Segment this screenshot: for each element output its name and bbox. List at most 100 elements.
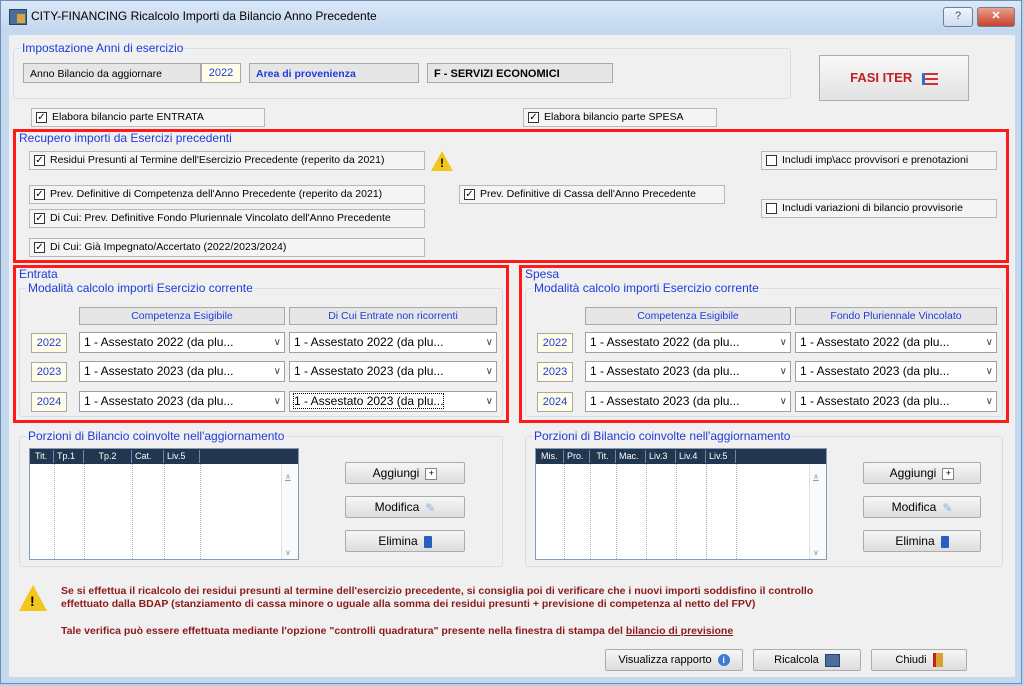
entrata-col-competenza: Competenza Esigibile [79,307,285,325]
chevron-down-icon: ∨ [485,366,493,377]
anno-field[interactable]: 2022 [201,63,241,83]
app-icon [9,9,27,25]
area-label: Area di provenienza [249,63,419,83]
entrata-nonric-2023-select[interactable]: 1 - Assestato 2023 (da plu... ∨ [289,361,497,382]
grid-scrollbar[interactable]: ∧ ∨ [281,464,298,559]
fondo-checkbox[interactable]: ✓ Di Cui: Prev. Definitive Fondo Plurien… [29,209,425,228]
warning-message-line3: Tale verifica può essere effettuata medi… [61,625,1011,638]
prev-comp-label: Prev. Definitive di Competenza dell'Anno… [50,188,383,200]
select-value: 1 - Assestato 2023 (da plu... [84,364,234,378]
title-bar: CITY-FINANCING Ricalcolo Importi da Bila… [1,1,1021,31]
visualizza-rapporto-button[interactable]: Visualizza rapporto i [605,649,743,671]
spesa-competenza-2022-select[interactable]: 1 - Assestato 2022 (da plu... ∨ [585,332,791,353]
spesa-competenza-2024-select[interactable]: 1 - Assestato 2023 (da plu... ∨ [585,391,791,412]
warning-message-line1: Se si effettua il ricalcolo dei residui … [61,585,814,597]
spesa-fpv-2022-select[interactable]: 1 - Assestato 2022 (da plu... ∨ [795,332,997,353]
chevron-down-icon: ∨ [985,396,993,407]
elimina-entrata-button[interactable]: Elimina [345,530,465,552]
porzioni-spesa-grid[interactable]: Mis. Pro. Tit. Mac. Liv.3 Liv.4 Liv.5 ∧ … [535,448,827,560]
grid-divider [676,464,677,559]
select-value: 1 - Assestato 2023 (da plu... [294,364,444,378]
spesa-fpv-2024-select[interactable]: 1 - Assestato 2023 (da plu... ∨ [795,391,997,412]
check-icon: ✓ [34,213,45,224]
includi-var-checkbox[interactable]: Includi variazioni di bilancio provvisor… [761,199,997,218]
grid-divider [646,464,647,559]
fasi-iter-label: FASI ITER [850,70,913,85]
elabora-entrata-checkbox[interactable]: ✓ Elabora bilancio parte ENTRATA [31,108,265,127]
includi-imp-checkbox[interactable]: Includi imp\acc provvisori e prenotazion… [761,151,997,170]
warning-message-text: Tale verifica può essere effettuata medi… [61,625,626,637]
grid-divider [616,464,617,559]
edit-icon: ✎ [425,500,436,515]
grid-col-header: Pro. [564,450,590,463]
grid-col-header: Tp.1 [54,450,84,463]
includi-imp-label: Includi imp\acc provvisori e prenotazion… [782,154,969,166]
calculator-icon [824,653,840,667]
grid-divider [164,464,165,559]
help-button[interactable]: ? [943,7,973,27]
grid-col-header: Liv.5 [164,450,200,463]
fondo-label: Di Cui: Prev. Definitive Fondo Plurienna… [50,212,391,224]
close-button[interactable]: ✕ [977,7,1015,27]
chevron-down-icon: ∨ [485,337,493,348]
ricalcola-label: Ricalcola [774,654,819,666]
entrata-competenza-2024-select[interactable]: 1 - Assestato 2023 (da plu... ∨ [79,391,285,412]
spesa-year-2023: 2023 [537,362,573,382]
elabora-spesa-checkbox[interactable]: ✓ Elabora bilancio parte SPESA [523,108,717,127]
porzioni-entrata-grid[interactable]: Tit. Tp.1 Tp.2 Cat. Liv.5 ∧ ∨ [29,448,299,560]
scroll-up-icon: ∧ [285,472,291,481]
prev-cassa-checkbox[interactable]: ✓ Prev. Definitive di Cassa dell'Anno Pr… [459,185,725,204]
fasi-iter-button[interactable]: FASI ITER [819,55,969,101]
grid-col-header: Tit. [590,450,616,463]
dialog-window: CITY-FINANCING Ricalcolo Importi da Bila… [0,0,1022,684]
modifica-spesa-button[interactable]: Modifica ✎ [863,496,981,518]
grid-col-header: Liv.3 [646,450,676,463]
spesa-sublegend: Modalità calcolo importi Esercizio corre… [534,281,759,295]
check-icon: ✓ [34,189,45,200]
anni-legend: Impostazione Anni di esercizio [22,41,184,55]
select-value: 1 - Assestato 2022 (da plu... [294,335,444,349]
chevron-down-icon: ∨ [985,337,993,348]
elimina-label: Elimina [895,534,935,548]
ricalcola-button[interactable]: Ricalcola [753,649,861,671]
includi-var-label: Includi variazioni di bilancio provvisor… [782,202,963,214]
check-icon: ✓ [34,155,45,166]
plus-icon: + [425,467,438,480]
select-value: 1 - Assestato 2023 (da plu... [590,364,740,378]
grid-divider [564,464,565,559]
modifica-entrata-button[interactable]: Modifica ✎ [345,496,465,518]
chiudi-button[interactable]: Chiudi [871,649,967,671]
elimina-spesa-button[interactable]: Elimina [863,530,981,552]
check-icon: ✓ [36,112,47,123]
porzioni-spesa-legend: Porzioni di Bilancio coinvolte nell'aggi… [534,429,791,443]
spesa-legend: Spesa [525,267,560,281]
trash-icon [940,535,949,548]
elimina-label: Elimina [378,534,418,548]
visualizza-label: Visualizza rapporto [618,654,712,666]
warning-message-line2: effettuato dalla BDAP (stanziamento di c… [61,598,756,610]
select-value: 1 - Assestato 2023 (da plu... [84,394,234,408]
aggiungi-spesa-button[interactable]: Aggiungi + [863,462,981,484]
residui-checkbox[interactable]: ✓ Residui Presunti al Termine dell'Eserc… [29,151,425,170]
window-title: CITY-FINANCING Ricalcolo Importi da Bila… [31,9,377,23]
prev-comp-checkbox[interactable]: ✓ Prev. Definitive di Competenza dell'An… [29,185,425,204]
grid-col-header: Mac. [616,450,646,463]
grid-scrollbar[interactable]: ∧ ∨ [809,464,826,559]
impegnato-checkbox[interactable]: ✓ Di Cui: Già Impegnato/Accertato (2022/… [29,238,425,257]
entrata-year-2024: 2024 [31,392,67,412]
aggiungi-entrata-button[interactable]: Aggiungi + [345,462,465,484]
spesa-fpv-2023-select[interactable]: 1 - Assestato 2023 (da plu... ∨ [795,361,997,382]
chevron-down-icon: ∨ [985,366,993,377]
select-value: 1 - Assestato 2023 (da plu... [800,364,950,378]
prev-cassa-label: Prev. Definitive di Cassa dell'Anno Prec… [480,188,697,200]
entrata-competenza-2023-select[interactable]: 1 - Assestato 2023 (da plu... ∨ [79,361,285,382]
spesa-competenza-2023-select[interactable]: 1 - Assestato 2023 (da plu... ∨ [585,361,791,382]
entrata-nonric-2022-select[interactable]: 1 - Assestato 2022 (da plu... ∨ [289,332,497,353]
bilancio-previsione-link[interactable]: bilancio di previsione [626,625,733,637]
modifica-label: Modifica [891,500,937,514]
entrata-nonric-2024-select[interactable]: 1 - Assestato 2023 (da plu... ∨ [289,391,497,412]
exit-door-icon [932,653,943,668]
select-value: 1 - Assestato 2023 (da plu... [292,393,445,409]
entrata-competenza-2022-select[interactable]: 1 - Assestato 2022 (da plu... ∨ [79,332,285,353]
trash-icon [423,535,432,548]
